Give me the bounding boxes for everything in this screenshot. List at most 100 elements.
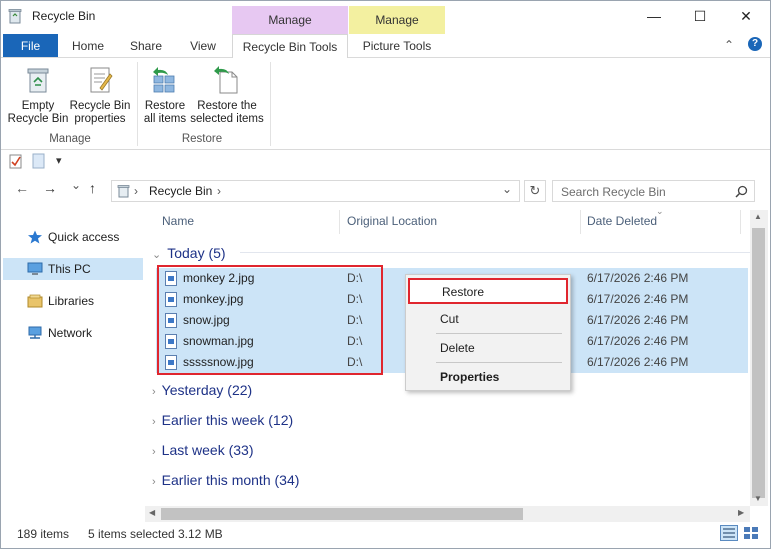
nav-item-libraries[interactable]: Libraries xyxy=(3,290,143,312)
restore-selected-label-2: selected items xyxy=(190,113,264,125)
chevron-right-icon: › xyxy=(152,386,156,398)
forward-button[interactable]: → xyxy=(43,180,57,196)
column-header-date-deleted[interactable]: Date Deleted xyxy=(587,214,657,228)
chevron-right-icon: › xyxy=(152,446,156,458)
context-menu: Restore Cut Delete Properties xyxy=(405,274,571,391)
recycle-bin-properties-button[interactable]: Recycle Bin properties xyxy=(68,62,132,130)
file-date: 6/17/2026 2:46 PM xyxy=(587,271,689,285)
chevron-right-icon: › xyxy=(152,416,156,428)
recycle-bin-icon xyxy=(8,9,22,24)
collapse-ribbon-button[interactable]: ⌃ xyxy=(724,38,734,52)
back-button[interactable]: ← xyxy=(15,180,29,196)
nav-label: This PC xyxy=(48,262,91,276)
group-header-last-week[interactable]: › Last week (33) xyxy=(152,442,254,458)
vertical-scroll-thumb[interactable] xyxy=(752,228,765,498)
nav-item-quick-access[interactable]: Quick access xyxy=(3,226,143,248)
empty-recycle-bin-button[interactable]: Empty Recycle Bin xyxy=(6,62,70,130)
nav-label: Network xyxy=(48,326,93,340)
tab-recycle-bin-tools[interactable]: Recycle Bin Tools xyxy=(232,34,348,58)
tab-view[interactable]: View xyxy=(180,34,226,58)
group-label-restore: Restore xyxy=(181,133,223,145)
large-icons-view-icon[interactable] xyxy=(742,525,760,541)
star-icon xyxy=(28,230,42,244)
restore-all-items-button[interactable]: Restore all items xyxy=(140,62,190,130)
column-separator[interactable] xyxy=(339,210,340,234)
group-header-yesterday[interactable]: › Yesterday (22) xyxy=(152,382,252,398)
group-label-manage: Manage xyxy=(49,133,91,145)
restore-all-label-2: all items xyxy=(143,113,187,125)
close-button[interactable]: ✕ xyxy=(723,1,769,31)
properties-check-icon[interactable] xyxy=(9,153,23,169)
recent-locations-button[interactable]: ⌄ xyxy=(71,178,81,192)
window-title: Recycle Bin xyxy=(32,9,96,23)
breadcrumb-recycle-bin[interactable]: Recycle Bin xyxy=(149,184,212,198)
context-menu-item-restore[interactable]: Restore xyxy=(408,278,568,304)
status-item-count: 189 items xyxy=(17,527,70,541)
props-label-1: Recycle Bin xyxy=(69,100,131,112)
network-icon xyxy=(28,326,42,339)
nav-label: Quick access xyxy=(48,230,120,244)
group-label: Earlier this month (34) xyxy=(161,472,300,488)
column-header-original-location[interactable]: Original Location xyxy=(347,214,437,228)
search-placeholder: Search Recycle Bin xyxy=(561,185,666,199)
scroll-left-icon[interactable]: ◀ xyxy=(149,508,155,517)
file-date: 6/17/2026 2:46 PM xyxy=(587,313,689,327)
column-header-name[interactable]: Name xyxy=(162,214,194,228)
recycle-bin-icon xyxy=(27,68,49,93)
restore-selected-items-button[interactable]: Restore the selected items xyxy=(190,62,264,130)
address-bar[interactable]: › Recycle Bin › ⌄ xyxy=(111,180,520,202)
tab-picture-tools[interactable]: Picture Tools xyxy=(349,34,445,58)
restore-all-label-1: Restore xyxy=(144,100,186,112)
scroll-down-icon[interactable]: ▼ xyxy=(754,494,762,503)
restore-selected-label-1: Restore the xyxy=(197,100,257,112)
restore-selected-icon xyxy=(214,66,238,94)
column-separator[interactable] xyxy=(580,210,581,234)
tab-home[interactable]: Home xyxy=(64,34,112,58)
group-header-earlier-this-month[interactable]: › Earlier this month (34) xyxy=(152,472,299,488)
column-separator[interactable] xyxy=(740,210,741,234)
context-menu-item-properties[interactable]: Properties xyxy=(440,370,499,384)
minimize-button[interactable]: — xyxy=(631,1,677,31)
horizontal-scroll-thumb[interactable] xyxy=(161,508,523,520)
status-selected-size: 3.12 MB xyxy=(178,527,223,541)
breadcrumb-chevron-icon: › xyxy=(134,184,138,198)
menu-separator xyxy=(436,333,562,334)
search-icon xyxy=(735,185,748,198)
nav-item-network[interactable]: Network xyxy=(3,322,143,344)
nav-item-this-pc[interactable]: This PC xyxy=(3,258,143,280)
vertical-scrollbar[interactable]: ▲ ▼ xyxy=(750,210,768,506)
qat-dropdown-icon[interactable]: ▾ xyxy=(56,154,62,167)
new-folder-icon[interactable] xyxy=(32,153,45,169)
up-button[interactable]: ↑ xyxy=(89,180,96,196)
scroll-up-icon[interactable]: ▲ xyxy=(754,212,762,221)
props-label-2: properties xyxy=(74,113,126,125)
libraries-icon xyxy=(27,294,43,308)
refresh-button[interactable]: ↻ xyxy=(524,180,546,202)
tab-share[interactable]: Share xyxy=(122,34,170,58)
group-header-earlier-this-week[interactable]: › Earlier this week (12) xyxy=(152,412,293,428)
scroll-right-icon[interactable]: ▶ xyxy=(738,508,744,517)
maximize-button[interactable]: ☐ xyxy=(677,1,723,31)
horizontal-scrollbar[interactable]: ◀ ▶ xyxy=(145,506,750,522)
breadcrumb-chevron-icon: › xyxy=(217,184,221,198)
group-divider xyxy=(240,252,750,253)
address-dropdown-icon[interactable]: ⌄ xyxy=(502,182,512,196)
menu-separator xyxy=(436,362,562,363)
chevron-down-icon: ⌄ xyxy=(152,249,162,261)
computer-icon xyxy=(27,262,43,275)
context-menu-item-cut[interactable]: Cut xyxy=(440,312,459,326)
group-label: Today (5) xyxy=(167,245,226,261)
context-menu-item-delete[interactable]: Delete xyxy=(440,341,475,355)
nav-label: Libraries xyxy=(48,294,95,308)
search-input[interactable]: Search Recycle Bin xyxy=(552,180,755,202)
group-header-today[interactable]: ⌄ Today (5) xyxy=(152,245,226,261)
help-button[interactable]: ? xyxy=(748,37,762,51)
selection-highlight-box xyxy=(157,265,383,375)
ribbon-group-separator xyxy=(137,62,138,146)
tab-file[interactable]: File xyxy=(3,34,58,58)
status-selected-count: 5 items selected xyxy=(88,527,175,541)
contextual-header-picture-manage: Manage xyxy=(349,6,445,34)
restore-all-icon xyxy=(153,67,175,93)
details-view-icon[interactable] xyxy=(720,525,738,541)
file-date: 6/17/2026 2:46 PM xyxy=(587,334,689,348)
